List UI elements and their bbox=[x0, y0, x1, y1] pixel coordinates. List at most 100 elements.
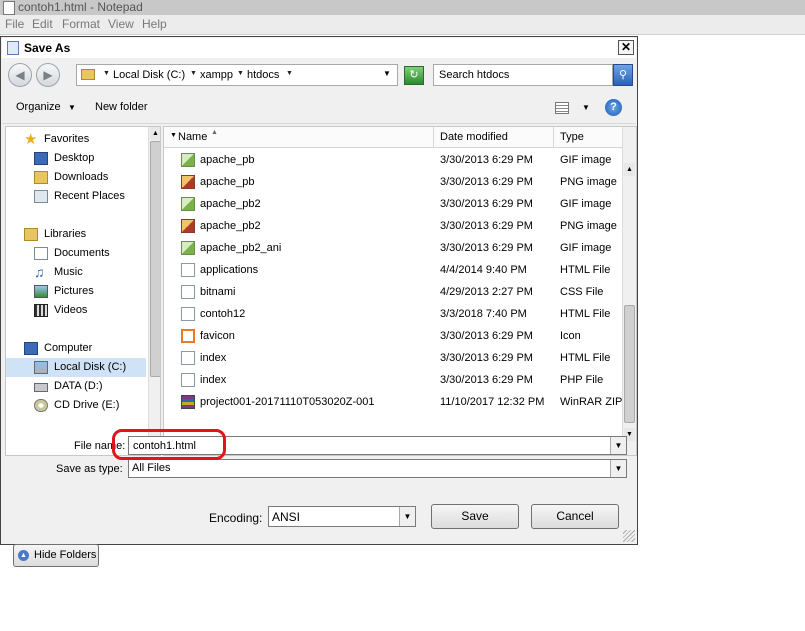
chevron-down-icon[interactable]: ▼ bbox=[68, 103, 76, 112]
drive-icon bbox=[34, 383, 48, 392]
file-row[interactable]: apache_pb 3/30/2013 6:29 PM PNG image bbox=[164, 171, 624, 193]
gif-image-icon bbox=[181, 153, 195, 167]
css-file-icon bbox=[181, 285, 195, 299]
save-type-value: All Files bbox=[132, 462, 171, 474]
file-row[interactable]: apache_pb 3/30/2013 6:29 PM GIF image bbox=[164, 149, 624, 171]
column-header-date[interactable]: Date modified bbox=[434, 127, 554, 147]
organize-button[interactable]: Organize bbox=[16, 101, 61, 113]
file-row[interactable]: bitnami 4/29/2013 2:27 PM CSS File bbox=[164, 281, 624, 303]
file-date: 3/30/2013 6:29 PM bbox=[440, 154, 533, 166]
breadcrumb-arrow-icon[interactable]: ▼ bbox=[103, 70, 110, 77]
file-row[interactable]: applications 4/4/2014 9:40 PM HTML File bbox=[164, 259, 624, 281]
nav-item-label: Pictures bbox=[54, 285, 94, 297]
nav-item-data-drive[interactable]: DATA (D:) bbox=[6, 377, 146, 396]
hide-folders-button[interactable]: ▲ Hide Folders bbox=[13, 544, 99, 567]
file-name: applications bbox=[200, 264, 259, 276]
encoding-label: Encoding: bbox=[209, 511, 263, 525]
file-row[interactable]: contoh12 3/3/2018 7:40 PM HTML File bbox=[164, 303, 624, 325]
save-button[interactable]: Save bbox=[431, 504, 519, 529]
chevron-down-icon[interactable]: ▼ bbox=[170, 132, 430, 139]
chevron-down-icon[interactable]: ▼ bbox=[399, 507, 415, 526]
address-bar[interactable]: ▼ Local Disk (C:) ▼ xampp ▼ htdocs ▼ ▼ bbox=[76, 64, 398, 86]
nav-item-downloads[interactable]: Downloads bbox=[6, 168, 146, 187]
chevron-down-icon[interactable]: ▼ bbox=[610, 437, 626, 454]
new-folder-button[interactable]: New folder bbox=[95, 101, 148, 113]
nav-item-desktop[interactable]: Desktop bbox=[6, 149, 146, 168]
file-date: 3/30/2013 6:29 PM bbox=[440, 176, 533, 188]
close-icon[interactable]: ✕ bbox=[618, 40, 634, 55]
scrollbar-thumb[interactable] bbox=[624, 305, 635, 423]
resize-grip-icon[interactable] bbox=[623, 530, 635, 542]
nav-item-music[interactable]: ♫ Music bbox=[6, 263, 146, 282]
file-row[interactable]: index 3/30/2013 6:29 PM PHP File bbox=[164, 369, 624, 391]
nav-item-documents[interactable]: Documents bbox=[6, 244, 146, 263]
views-icon[interactable] bbox=[555, 102, 569, 114]
gif-image-icon bbox=[181, 197, 195, 211]
breadcrumb-arrow-icon[interactable]: ▼ bbox=[286, 70, 293, 77]
cancel-button[interactable]: Cancel bbox=[531, 504, 619, 529]
nav-item-videos[interactable]: Videos bbox=[6, 301, 146, 320]
html-file-icon bbox=[181, 351, 195, 365]
nav-item-label: CD Drive (E:) bbox=[54, 399, 120, 411]
notepad-title: contoh1.html - Notepad bbox=[18, 0, 143, 14]
scroll-up-icon[interactable]: ▲ bbox=[624, 163, 635, 176]
column-label: Type bbox=[560, 131, 584, 143]
help-icon[interactable]: ? bbox=[605, 99, 622, 116]
notepad-title-bar: contoh1.html - Notepad bbox=[0, 0, 805, 15]
navigation-pane: ★ Favorites Desktop Downloads Recent Pla… bbox=[5, 126, 161, 456]
breadcrumb-arrow-icon[interactable]: ▼ bbox=[190, 70, 197, 77]
recent-places-icon bbox=[34, 190, 48, 203]
nav-item-local-disk[interactable]: Local Disk (C:) bbox=[6, 358, 146, 377]
nav-item-favorites[interactable]: ★ Favorites bbox=[6, 130, 146, 149]
nav-item-pictures[interactable]: Pictures bbox=[6, 282, 146, 301]
breadcrumb-local-disk[interactable]: Local Disk (C:) bbox=[113, 69, 185, 81]
file-name: apache_pb bbox=[200, 176, 255, 188]
chevron-down-icon[interactable]: ▼ bbox=[610, 460, 626, 477]
nav-item-computer[interactable]: Computer bbox=[6, 339, 146, 358]
file-name-highlight-annotation bbox=[112, 429, 226, 460]
computer-icon bbox=[24, 342, 38, 355]
nav-item-label: DATA (D:) bbox=[54, 380, 103, 392]
file-type: HTML File bbox=[560, 264, 611, 276]
nav-item-label: Computer bbox=[44, 342, 93, 354]
scrollbar-thumb[interactable] bbox=[150, 141, 160, 377]
scroll-up-icon[interactable]: ▲ bbox=[150, 127, 160, 140]
search-icon[interactable]: ⚲ bbox=[613, 64, 633, 86]
refresh-icon[interactable]: ↻ bbox=[404, 66, 424, 85]
save-type-select[interactable]: All Files ▼ bbox=[128, 459, 627, 478]
file-date: 4/29/2013 2:27 PM bbox=[440, 286, 533, 298]
nav-item-recent-places[interactable]: Recent Places bbox=[6, 187, 146, 206]
file-row[interactable]: apache_pb2 3/30/2013 6:29 PM GIF image bbox=[164, 193, 624, 215]
menu-edit[interactable]: Edit bbox=[32, 17, 53, 31]
chevron-down-icon[interactable]: ▼ bbox=[582, 103, 590, 112]
encoding-select[interactable]: ANSI ▼ bbox=[268, 506, 416, 527]
search-input[interactable]: Search htdocs bbox=[433, 64, 613, 86]
menu-help[interactable]: Help bbox=[142, 17, 167, 31]
menu-view[interactable]: View bbox=[108, 17, 134, 31]
winrar-icon bbox=[181, 395, 195, 409]
column-header-type[interactable]: Type bbox=[554, 127, 624, 147]
file-row[interactable]: apache_pb2_ani 3/30/2013 6:29 PM GIF ima… bbox=[164, 237, 624, 259]
nav-item-label: Libraries bbox=[44, 228, 87, 240]
address-dropdown-icon[interactable]: ▼ bbox=[383, 69, 391, 78]
html-file-icon bbox=[181, 307, 195, 321]
menu-format[interactable]: Format bbox=[62, 17, 100, 31]
file-row[interactable]: apache_pb2 3/30/2013 6:29 PM PNG image bbox=[164, 215, 624, 237]
file-row[interactable]: favicon 3/30/2013 6:29 PM Icon bbox=[164, 325, 624, 347]
nav-item-label: Downloads bbox=[54, 171, 109, 183]
nav-item-libraries[interactable]: Libraries bbox=[6, 225, 146, 244]
file-list-scrollbar[interactable]: ▲ ▼ bbox=[622, 127, 636, 455]
breadcrumb-arrow-icon[interactable]: ▼ bbox=[237, 70, 244, 77]
breadcrumb-htdocs[interactable]: htdocs bbox=[247, 69, 279, 81]
file-row[interactable]: project001-20171110T053020Z-001 11/10/20… bbox=[164, 391, 624, 413]
nav-item-cd-drive[interactable]: CD Drive (E:) bbox=[6, 396, 146, 415]
nav-pane-scrollbar[interactable]: ▲ ▼ bbox=[148, 127, 160, 455]
forward-button[interactable]: ▶ bbox=[36, 63, 60, 87]
column-header-name[interactable]: Name ▲ ▼ bbox=[164, 127, 434, 147]
menu-file[interactable]: File bbox=[5, 17, 24, 31]
nav-item-label: Videos bbox=[54, 304, 88, 316]
breadcrumb-xampp[interactable]: xampp bbox=[200, 69, 233, 81]
back-button[interactable]: ◀ bbox=[8, 63, 32, 87]
png-image-icon bbox=[181, 219, 195, 233]
file-row[interactable]: index 3/30/2013 6:29 PM HTML File bbox=[164, 347, 624, 369]
